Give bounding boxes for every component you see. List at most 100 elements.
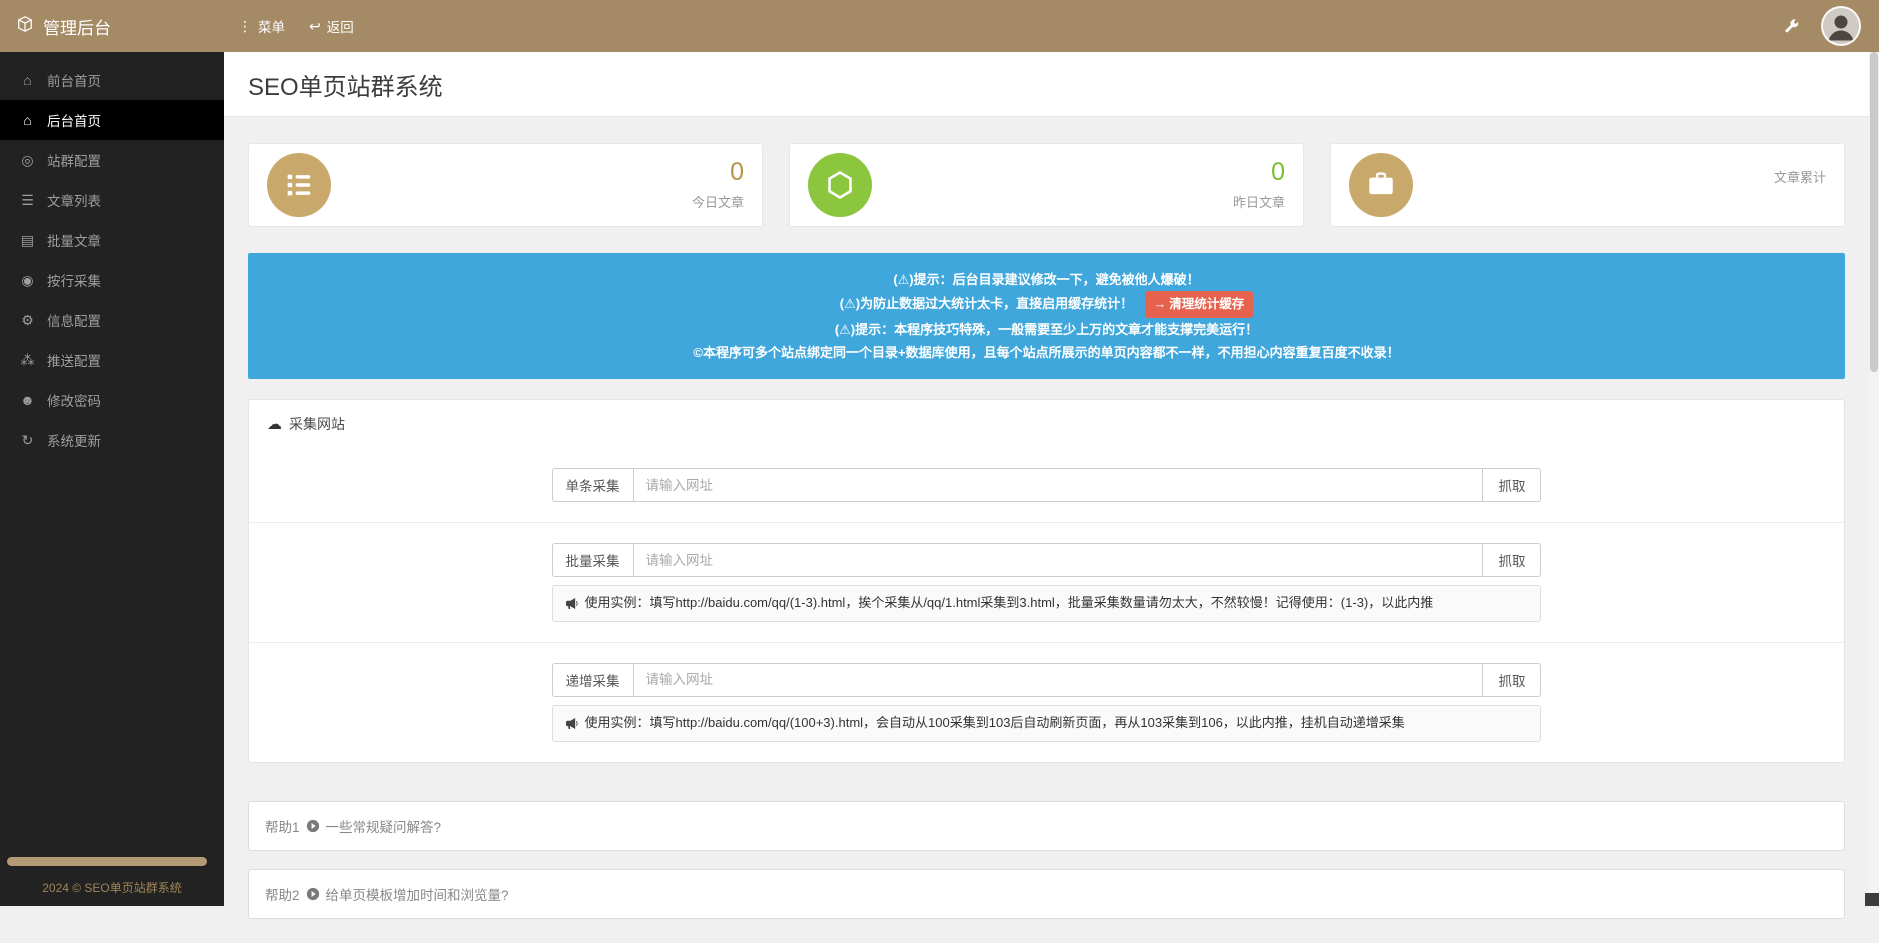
- gear-icon: ⚙: [19, 312, 36, 329]
- page-title: SEO单页站群系统: [248, 67, 443, 102]
- brand[interactable]: 管理后台: [0, 14, 224, 39]
- increment-collect-label: 递增采集: [552, 663, 633, 697]
- sidebar-nav: ⌂ 前台首页 ⌂ 后台首页 ◎ 站群配置 ☰ 文章列表 ▤ 批量文章 ◉ 按行采…: [0, 52, 224, 460]
- batch-collect-note-text: 使用实例：填写http://baidu.com/qq/(1-3).html，挨个…: [585, 594, 1434, 613]
- batch-collect-note: 使用实例：填写http://baidu.com/qq/(1-3).html，挨个…: [552, 585, 1542, 622]
- batch-collect-section: 批量采集 抓取 使用实例：填写http://baidu.com/qq/(1-3)…: [249, 522, 1844, 642]
- back-button[interactable]: ↩ 返回: [309, 16, 354, 36]
- stat-card-total: 文章累计: [1330, 143, 1845, 227]
- help-panel-1[interactable]: 帮助1 一些常规疑问解答?: [248, 801, 1845, 851]
- page-scrollbar-thumb[interactable]: [1870, 52, 1878, 372]
- stat-label: 昨日文章: [1233, 192, 1285, 211]
- hexagon-icon: [808, 153, 872, 217]
- circle-arrow-icon: [306, 819, 320, 833]
- sidebar-item-label: 站群配置: [47, 150, 101, 170]
- single-collect-label: 单条采集: [552, 468, 633, 502]
- stat-values: 文章累计: [1774, 144, 1826, 226]
- sidebar-scrollbar-thumb[interactable]: [7, 857, 207, 866]
- cube-icon: [16, 15, 34, 38]
- batch-collect-grab-button[interactable]: 抓取: [1483, 543, 1541, 577]
- help-panel-2[interactable]: 帮助2 给单页模板增加时间和浏览量?: [248, 869, 1845, 919]
- list-ol-icon: [267, 153, 331, 217]
- back-arrow-icon: ↩: [309, 18, 321, 35]
- back-label: 返回: [327, 16, 354, 36]
- stat-label: 文章累计: [1774, 167, 1826, 186]
- page-header: SEO单页站群系统: [224, 52, 1869, 117]
- notice-line-1: (⚠)提示：后台目录建议修改一下，避免被他人爆破！: [268, 268, 1825, 291]
- sidebar-item-label: 批量文章: [47, 230, 101, 250]
- notice-line-3: (⚠)提示：本程序技巧特殊，一般需要至少上万的文章才能支撑完美运行！: [268, 318, 1825, 341]
- refresh-icon: ↻: [19, 432, 36, 449]
- collect-panel: ☁ 采集网站 单条采集 抓取 批量采集 抓取: [248, 399, 1845, 763]
- user-icon: ☻: [19, 392, 36, 408]
- wrench-icon[interactable]: [1784, 19, 1799, 34]
- clear-cache-button[interactable]: → 清理统计缓存: [1145, 291, 1254, 318]
- megaphone-icon: [565, 717, 578, 730]
- single-collect-section: 单条采集 抓取: [249, 448, 1844, 522]
- increment-collect-group: 递增采集 抓取: [552, 663, 1542, 697]
- help-1-text: 一些常规疑问解答?: [326, 816, 442, 836]
- sidebar-item-label: 信息配置: [47, 310, 101, 330]
- notice-line-4: ©本程序可多个站点绑定同一个目录+数据库使用，且每个站点所展示的单页内容都不一样…: [268, 341, 1825, 364]
- stat-value: 0: [1271, 159, 1285, 185]
- single-collect-input[interactable]: [633, 468, 1484, 502]
- single-collect-grab-button[interactable]: 抓取: [1483, 468, 1541, 502]
- sidebar-item-label: 按行采集: [47, 270, 101, 290]
- sidebar-item-backend-home[interactable]: ⌂ 后台首页: [0, 100, 224, 140]
- stat-card-today: 0 今日文章: [248, 143, 763, 227]
- page-scrollbar-corner: [1865, 893, 1879, 906]
- sidebar-item-label: 后台首页: [47, 110, 101, 130]
- ellipsis-icon: ⋮: [238, 18, 252, 35]
- sidebar-item-label: 推送配置: [47, 350, 101, 370]
- single-collect-group: 单条采集 抓取: [552, 468, 1542, 502]
- increment-collect-input[interactable]: [633, 663, 1484, 697]
- help-2-prefix: 帮助2: [265, 884, 300, 904]
- sidebar-item-push-config[interactable]: ⁂ 推送配置: [0, 340, 224, 380]
- help-1-prefix: 帮助1: [265, 816, 300, 836]
- collect-panel-title: 采集网站: [289, 414, 345, 434]
- menu-toggle-button[interactable]: ⋮ 菜单: [238, 16, 285, 36]
- stat-values: 0 今日文章: [692, 144, 744, 226]
- sidebar-item-frontend-home[interactable]: ⌂ 前台首页: [0, 60, 224, 100]
- increment-collect-note: 使用实例：填写http://baidu.com/qq/(100+3).html，…: [552, 705, 1542, 742]
- arrow-right-icon: →: [1154, 293, 1167, 316]
- sidebar-item-label: 修改密码: [47, 390, 101, 410]
- increment-collect-section: 递增采集 抓取 使用实例：填写http://baidu.com/qq/(100+…: [249, 642, 1844, 762]
- circle-arrow-icon: [306, 887, 320, 901]
- cloud-icon: ☁: [267, 415, 282, 433]
- briefcase-icon: [1349, 153, 1413, 217]
- stat-value: 0: [730, 159, 744, 185]
- increment-collect-grab-button[interactable]: 抓取: [1483, 663, 1541, 697]
- stat-cards: 0 今日文章 0 昨日文章 文章累计: [248, 143, 1845, 227]
- content: 0 今日文章 0 昨日文章 文章累计: [224, 143, 1869, 943]
- avatar[interactable]: [1821, 6, 1861, 46]
- notice-line-2-text: (⚠)为防止数据过大统计太卡，直接启用缓存统计！: [840, 296, 1133, 311]
- brand-title: 管理后台: [43, 14, 111, 39]
- collect-panel-header: ☁ 采集网站: [249, 400, 1844, 448]
- notice-line-2: (⚠)为防止数据过大统计太卡，直接启用缓存统计！ → 清理统计缓存: [268, 291, 1825, 318]
- globe-icon: ◎: [19, 152, 36, 169]
- sidebar-item-change-password[interactable]: ☻ 修改密码: [0, 380, 224, 420]
- menu-label: 菜单: [258, 16, 285, 36]
- batch-collect-input[interactable]: [633, 543, 1484, 577]
- topbar: 管理后台 ⋮ 菜单 ↩ 返回: [0, 0, 1879, 52]
- sidebar: ⌂ 前台首页 ⌂ 后台首页 ◎ 站群配置 ☰ 文章列表 ▤ 批量文章 ◉ 按行采…: [0, 52, 224, 906]
- sidebar-item-batch-articles[interactable]: ▤ 批量文章: [0, 220, 224, 260]
- stat-label: 今日文章: [692, 192, 744, 211]
- topbar-nav: ⋮ 菜单 ↩ 返回: [238, 16, 354, 36]
- sidebar-item-line-collect[interactable]: ◉ 按行采集: [0, 260, 224, 300]
- sidebar-footer: 2024 © SEO单页站群系统: [0, 879, 224, 896]
- batch-collect-group: 批量采集 抓取: [552, 543, 1542, 577]
- book-icon: ▤: [19, 232, 36, 249]
- sidebar-item-article-list[interactable]: ☰ 文章列表: [0, 180, 224, 220]
- batch-collect-label: 批量采集: [552, 543, 633, 577]
- sidebar-item-label: 系统更新: [47, 430, 101, 450]
- main-area: SEO单页站群系统 0 今日文章 0 昨日文章: [224, 0, 1869, 943]
- sidebar-item-info-config[interactable]: ⚙ 信息配置: [0, 300, 224, 340]
- home-icon: ⌂: [19, 112, 36, 128]
- stat-values: 0 昨日文章: [1233, 144, 1285, 226]
- page-scrollbar[interactable]: [1869, 52, 1879, 906]
- sidebar-item-system-update[interactable]: ↻ 系统更新: [0, 420, 224, 460]
- sidebar-item-site-config[interactable]: ◎ 站群配置: [0, 140, 224, 180]
- megaphone-icon: [565, 597, 578, 610]
